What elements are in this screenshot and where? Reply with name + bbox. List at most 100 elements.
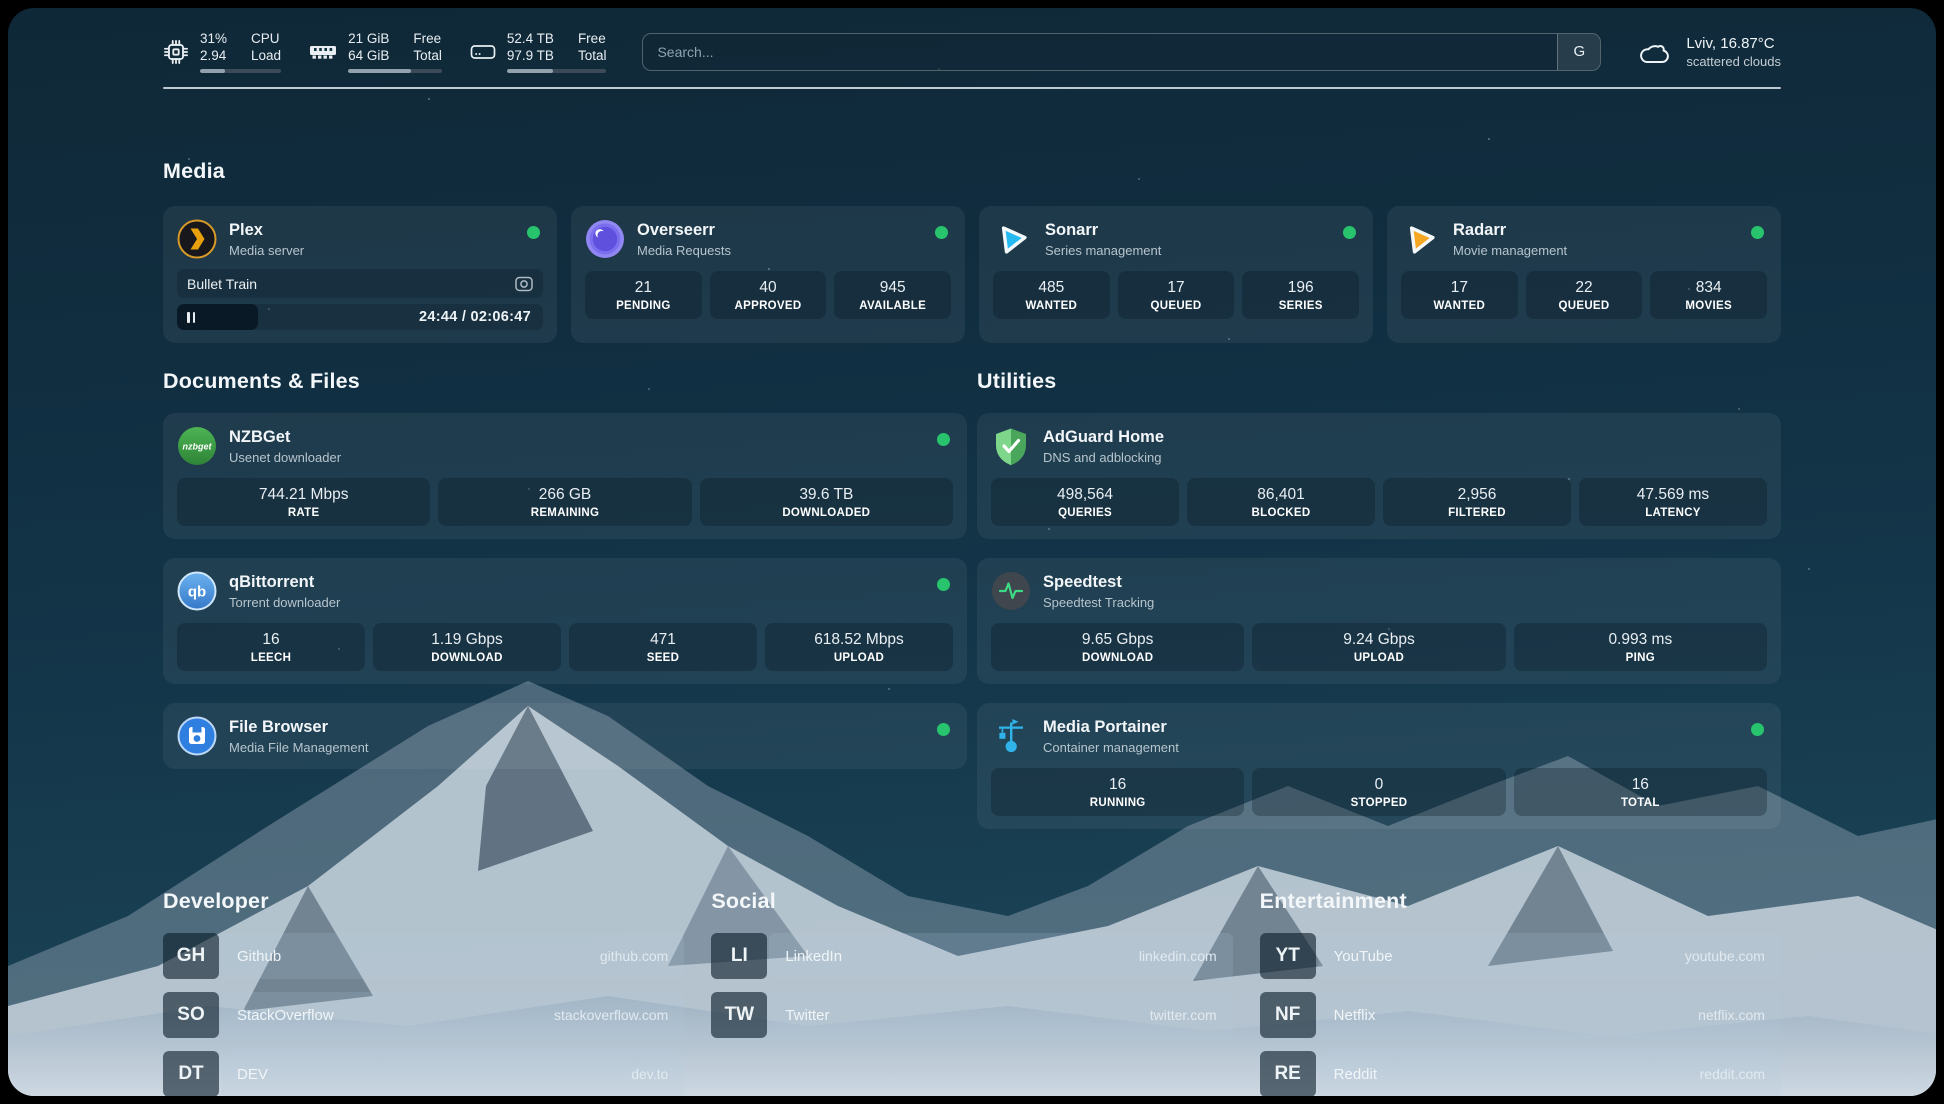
cpu-labels: CPU Load — [251, 30, 281, 64]
app-card-overseerr[interactable]: Overseerr Media Requests 21PENDING 40APP… — [571, 206, 965, 343]
search-input[interactable] — [643, 44, 1557, 60]
app-title: Plex — [229, 221, 304, 240]
stat-leech: 16LEECH — [177, 623, 365, 671]
section-heading-utilities: Utilities — [977, 369, 1781, 394]
weather-condition: scattered clouds — [1686, 54, 1781, 69]
app-card-radarr[interactable]: Radarr Movie management 17WANTED 22QUEUE… — [1387, 206, 1781, 343]
system-stats: 31% 2.94 CPU Load — [163, 30, 606, 73]
pause-button[interactable] — [177, 304, 258, 330]
stat-upload: 618.52 MbpsUPLOAD — [765, 623, 953, 671]
top-bar: 31% 2.94 CPU Load — [163, 8, 1781, 73]
stat-downloaded: 39.6 TBDOWNLOADED — [700, 478, 953, 526]
bookmark-url: stackoverflow.com — [554, 1007, 668, 1023]
bookmark-netflix[interactable]: NF Netflix netflix.com — [1260, 992, 1781, 1038]
disk-free: 52.4 TB — [507, 30, 554, 47]
sonarr-logo-icon — [993, 219, 1033, 259]
ram-stat: 21 GiB 64 GiB Free Total — [309, 30, 442, 73]
cpu-stat: 31% 2.94 CPU Load — [163, 30, 281, 73]
app-card-nzbget[interactable]: nzbget NZBGet Usenet downloader 744.21 M… — [163, 413, 967, 539]
playback-time: 24:44 / 02:06:47 — [419, 309, 543, 325]
ram-total: 64 GiB — [348, 47, 389, 64]
bookmark-url: netflix.com — [1698, 1007, 1765, 1023]
bookmark-reddit[interactable]: RE Reddit reddit.com — [1260, 1051, 1781, 1096]
ram-icon — [309, 41, 337, 63]
app-card-qbittorrent[interactable]: qb qBittorrent Torrent downloader 16LEEC… — [163, 558, 967, 684]
stat-filtered: 2,956FILTERED — [1383, 478, 1571, 526]
section-heading-documents: Documents & Files — [163, 369, 967, 394]
bookmark-dev[interactable]: DT DEV dev.to — [163, 1051, 684, 1096]
app-desc: DNS and adblocking — [1043, 450, 1164, 465]
nzbget-logo-icon: nzbget — [177, 426, 217, 466]
stat-upload: 9.24 GbpsUPLOAD — [1252, 623, 1505, 671]
pause-icon — [187, 312, 195, 323]
cpu-icon — [163, 39, 189, 65]
bookmark-name: Reddit — [1334, 1066, 1377, 1083]
stat-stopped: 0STOPPED — [1252, 768, 1505, 816]
video-session-icon[interactable] — [515, 276, 533, 292]
app-card-portainer[interactable]: Media Portainer Container management 16R… — [977, 703, 1781, 829]
stat-download: 9.65 GbpsDOWNLOAD — [991, 623, 1244, 671]
playback-progress-bar: 24:44 / 02:06:47 — [177, 304, 543, 330]
cpu-load-value: 2.94 — [200, 47, 227, 64]
search-bar[interactable]: G — [642, 33, 1601, 71]
bookmark-youtube[interactable]: YT YouTube youtube.com — [1260, 933, 1781, 979]
app-card-filebrowser[interactable]: File Browser Media File Management — [163, 703, 967, 769]
filebrowser-logo-icon — [177, 716, 217, 756]
bookmark-name: DEV — [237, 1066, 268, 1083]
bookmark-github[interactable]: GH Github github.com — [163, 933, 684, 979]
stat-available: 945AVAILABLE — [834, 271, 951, 319]
bookmark-abbr: LI — [711, 933, 767, 979]
app-card-speedtest[interactable]: Speedtest Speedtest Tracking 9.65 GbpsDO… — [977, 558, 1781, 684]
app-desc: Movie management — [1453, 243, 1567, 258]
disk-progress-bar — [507, 69, 607, 73]
cpu-values: 31% 2.94 — [200, 30, 227, 64]
stat-latency: 47.569 msLATENCY — [1579, 478, 1767, 526]
app-desc: Container management — [1043, 740, 1179, 755]
bookmark-stackoverflow[interactable]: SO StackOverflow stackoverflow.com — [163, 992, 684, 1038]
app-desc: Series management — [1045, 243, 1161, 258]
bookmark-url: linkedin.com — [1139, 948, 1217, 964]
portainer-logo-icon — [991, 716, 1031, 756]
bookmark-abbr: SO — [163, 992, 219, 1038]
stat-approved: 40APPROVED — [710, 271, 827, 319]
app-card-adguard[interactable]: AdGuard Home DNS and adblocking 498,564Q… — [977, 413, 1781, 539]
status-dot-online — [937, 433, 950, 446]
bookmark-twitter[interactable]: TW Twitter twitter.com — [711, 992, 1232, 1038]
documents-column: Documents & Files nzbget NZBGet Usenet d… — [163, 369, 967, 769]
bookmark-abbr: NF — [1260, 992, 1316, 1038]
bookmark-abbr: DT — [163, 1051, 219, 1096]
app-title: qBittorrent — [229, 573, 340, 592]
status-dot-online — [937, 578, 950, 591]
bookmark-url: youtube.com — [1685, 948, 1765, 964]
app-title: Sonarr — [1045, 221, 1161, 240]
app-desc: Media server — [229, 243, 304, 258]
status-dot-online — [527, 226, 540, 239]
stat-remaining: 266 GBREMAINING — [438, 478, 691, 526]
stat-total: 16TOTAL — [1514, 768, 1767, 816]
section-heading-media: Media — [163, 159, 1781, 184]
app-card-plex[interactable]: Plex Media server Bullet Train — [163, 206, 557, 343]
app-card-sonarr[interactable]: Sonarr Series management 485WANTED 17QUE… — [979, 206, 1373, 343]
ram-progress-bar — [348, 69, 442, 73]
app-title: File Browser — [229, 718, 368, 737]
app-title: Speedtest — [1043, 573, 1154, 592]
bookmark-linkedin[interactable]: LI LinkedIn linkedin.com — [711, 933, 1232, 979]
snow-specks — [8, 8, 10, 10]
stat-wanted: 17WANTED — [1401, 271, 1518, 319]
now-playing-title: Bullet Train — [187, 276, 257, 292]
bookmark-url: dev.to — [631, 1066, 668, 1082]
qbittorrent-logo-icon: qb — [177, 571, 217, 611]
app-desc: Media Requests — [637, 243, 731, 258]
bookmark-url: reddit.com — [1700, 1066, 1765, 1082]
bookmark-abbr: RE — [1260, 1051, 1316, 1096]
bookmark-url: twitter.com — [1150, 1007, 1217, 1023]
speedtest-logo-icon — [991, 571, 1031, 611]
status-dot-online — [935, 226, 948, 239]
ram-free: 21 GiB — [348, 30, 389, 47]
bookmark-name: StackOverflow — [237, 1007, 334, 1024]
cloud-icon — [1637, 38, 1673, 66]
search-engine-button[interactable]: G — [1557, 34, 1600, 70]
disk-icon — [470, 42, 496, 62]
section-heading-developer: Developer — [163, 889, 684, 914]
cpu-progress-bar — [200, 69, 281, 73]
